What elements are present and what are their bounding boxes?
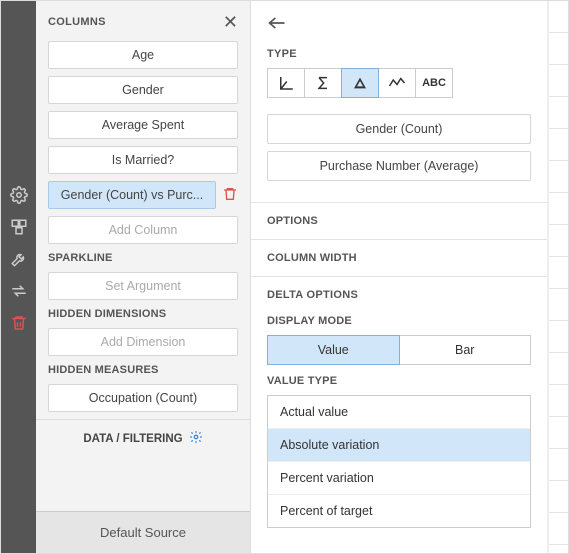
hidden-dimensions-title: HIDDEN DIMENSIONS (48, 308, 238, 320)
columns-panel: COLUMNS ✕ Age Gender Average Spent Is Ma… (36, 1, 251, 553)
hidden-measure-item[interactable]: Occupation (Count) (48, 384, 238, 412)
display-mode-label: DISPLAY MODE (267, 315, 531, 327)
data-filtering-label: DATA / FILTERING (83, 433, 182, 445)
column-item-selected[interactable]: Gender (Count) vs Purc... (48, 181, 216, 209)
grid-preview (548, 1, 568, 553)
data-filtering-link[interactable]: DATA / FILTERING (36, 419, 250, 457)
default-source-button[interactable]: Default Source (36, 511, 250, 553)
close-icon[interactable]: ✕ (223, 13, 238, 31)
column-item[interactable]: Average Spent (48, 111, 238, 139)
column-width-section[interactable]: COLUMN WIDTH (251, 239, 547, 276)
delta-options-title: DELTA OPTIONS (267, 289, 531, 311)
gear-icon[interactable] (5, 181, 33, 209)
type-sum-icon[interactable] (304, 68, 342, 98)
column-item[interactable]: Gender (48, 76, 238, 104)
hidden-measures-title: HIDDEN MEASURES (48, 364, 238, 376)
sparkline-title: SPARKLINE (48, 252, 238, 264)
value-type-option[interactable]: Percent of target (268, 494, 530, 527)
type-text-icon[interactable]: ABC (415, 68, 453, 98)
convert-icon[interactable] (5, 277, 33, 305)
type-toggle: ABC (251, 68, 547, 114)
set-argument-button[interactable]: Set Argument (48, 272, 238, 300)
columns-title: COLUMNS (48, 16, 106, 28)
value-type-option[interactable]: Absolute variation (268, 428, 530, 461)
delete-icon[interactable] (5, 309, 33, 337)
display-mode-bar[interactable]: Bar (399, 335, 532, 365)
field-target[interactable]: Purchase Number (Average) (267, 151, 531, 181)
remove-column-icon[interactable] (222, 186, 238, 205)
options-section[interactable]: OPTIONS (251, 202, 547, 239)
wrench-icon[interactable] (5, 245, 33, 273)
type-sparkline-icon[interactable] (378, 68, 416, 98)
type-delta-icon[interactable] (341, 68, 379, 98)
add-column-button[interactable]: Add Column (48, 216, 238, 244)
column-item[interactable]: Age (48, 41, 238, 69)
back-button[interactable] (251, 1, 547, 38)
value-type-option[interactable]: Actual value (268, 396, 530, 428)
abc-label: ABC (422, 77, 446, 89)
type-measure-icon[interactable] (267, 68, 305, 98)
display-mode-toggle: Value Bar (267, 335, 531, 365)
config-panel: TYPE ABC Gender (Count) Purchase Number … (251, 1, 548, 553)
value-type-option[interactable]: Percent variation (268, 461, 530, 494)
field-actual[interactable]: Gender (Count) (267, 114, 531, 144)
type-title: TYPE (251, 38, 547, 68)
gear-icon (189, 430, 203, 447)
side-toolbar (1, 1, 36, 553)
display-mode-value[interactable]: Value (267, 335, 400, 365)
add-dimension-button[interactable]: Add Dimension (48, 328, 238, 356)
value-type-label: VALUE TYPE (267, 375, 531, 387)
column-item[interactable]: Is Married? (48, 146, 238, 174)
value-type-list: Actual value Absolute variation Percent … (267, 395, 531, 528)
layout-icon[interactable] (5, 213, 33, 241)
